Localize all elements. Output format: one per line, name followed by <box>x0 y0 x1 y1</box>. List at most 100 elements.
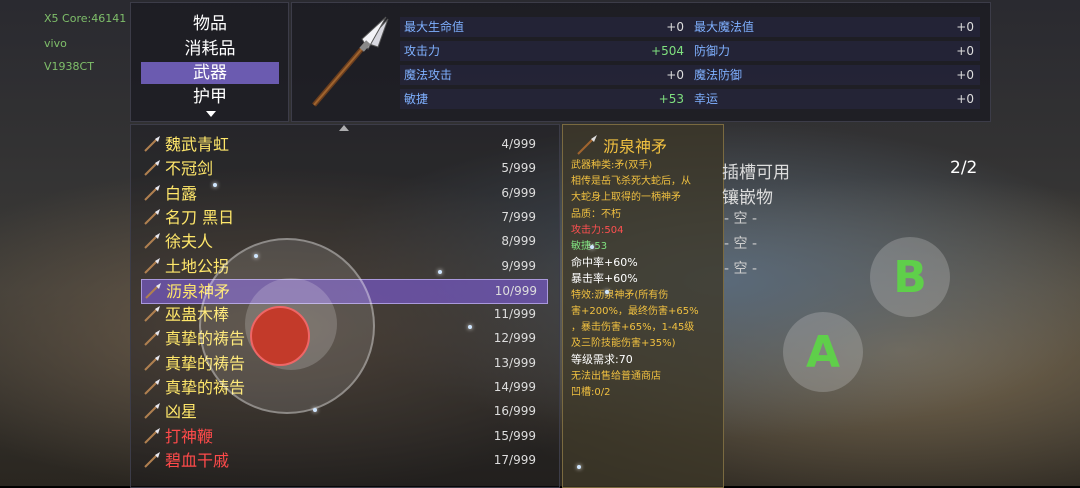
stat-value: +0 <box>956 44 974 58</box>
sparkle-particle <box>590 245 594 249</box>
detail-line: ，暴击伤害+65%，1-45级 <box>571 322 695 333</box>
spear-small-icon <box>577 135 597 155</box>
weapon-list-row[interactable]: 名刀 黑日 7/999 <box>141 206 546 229</box>
stat-row: 魔法攻击 +0 <box>400 65 690 85</box>
item-detail-panel: 沥泉神矛 武器种类:矛(双手) 相传是岳飞杀死大蛇后，从 大蛇身上取得的一柄神矛 品质… <box>562 124 724 488</box>
stat-label: 防御力 <box>694 44 731 58</box>
stat-value: +0 <box>956 20 974 34</box>
stat-value: +0 <box>666 68 684 82</box>
weapon-count: 11/999 <box>493 307 536 322</box>
stat-row: 最大魔法值 +0 <box>690 17 980 37</box>
weapon-count: 13/999 <box>493 355 536 370</box>
detail-line: 害+200%，最终伤害+65% <box>571 305 699 317</box>
weapon-count: 7/999 <box>501 209 536 224</box>
spear-icon <box>312 16 389 107</box>
stat-label: 幸运 <box>694 92 719 106</box>
weapon-count: 15/999 <box>493 428 536 443</box>
weapon-count: 10/999 <box>494 283 537 298</box>
weapon-icon <box>144 233 160 249</box>
detail-line: 相传是岳飞杀死大蛇后，从 <box>571 176 691 188</box>
sparkle-particle <box>254 254 258 258</box>
stat-row: 敏捷 +53 <box>400 89 690 109</box>
stat-value: +53 <box>658 92 684 106</box>
stat-label: 魔法防御 <box>694 68 743 82</box>
stat-row: 防御力 +0 <box>690 41 980 61</box>
stat-label: 敏捷 <box>404 92 429 106</box>
detail-line: 及三阶技能伤害+35%) <box>571 338 676 350</box>
slot-title-line2: 镶嵌物 <box>722 188 773 208</box>
weapon-list-row[interactable]: 徐夫人 8/999 <box>141 230 546 253</box>
detail-line: 凹槽:0/2 <box>571 386 611 398</box>
joystick-knob-icon[interactable] <box>250 306 310 366</box>
stat-label: 魔法攻击 <box>404 68 453 82</box>
slot-count: 2/2 <box>950 158 978 178</box>
detail-line: 大蛇身上取得的一柄神矛 <box>571 192 681 204</box>
system-brand-label: vivo <box>44 37 67 50</box>
detail-line: 品质：不朽 <box>571 208 621 220</box>
weapon-icon <box>144 451 160 468</box>
category-weapons[interactable]: 武器 <box>141 62 279 84</box>
empty-slot-3[interactable]: - 空 - <box>724 258 757 278</box>
detail-line: 无法出售给普通商店 <box>571 370 661 382</box>
weapon-name: 不冠剑 <box>165 159 214 179</box>
weapon-list-row[interactable]: 凶星 16/999 <box>141 400 546 423</box>
detail-line: 等级需求:70 <box>571 353 633 367</box>
detail-line: 武器种类:矛(双手) <box>571 160 653 171</box>
stats-panel: 最大生命值 +0 攻击力 +504 魔法攻击 +0 敏捷 +53 最大魔法值 +0 防御力 +0 魔法… <box>291 2 991 122</box>
stat-value: +504 <box>651 44 684 58</box>
stat-value: +0 <box>956 92 974 106</box>
weapon-icon <box>144 257 160 274</box>
sparkle-particle <box>313 408 317 412</box>
category-items[interactable]: 物品 <box>141 13 279 35</box>
b-button[interactable]: B <box>870 237 950 317</box>
weapon-name: 碧血干戚 <box>165 450 230 470</box>
weapon-count: 16/999 <box>493 404 536 419</box>
slot-title-line1: 插槽可用 <box>722 163 790 183</box>
category-armor[interactable]: 护甲 <box>141 86 279 108</box>
weapon-list-row[interactable]: 不冠剑 5/999 <box>141 157 546 180</box>
system-model-label: V1938CT <box>44 60 94 73</box>
weapon-name: 打神鞭 <box>165 426 214 446</box>
weapon-list-row[interactable]: 魏武青虹 4/999 <box>141 133 546 156</box>
weapon-icon <box>144 136 160 152</box>
weapon-name: 白露 <box>165 183 198 203</box>
weapon-count: 17/999 <box>493 452 536 467</box>
empty-slot-1[interactable]: - 空 - <box>724 208 757 228</box>
category-panel: 物品 消耗品 武器 护甲 <box>130 2 289 122</box>
weapon-name: 徐夫人 <box>165 232 214 252</box>
stat-label: 最大生命值 <box>404 20 465 34</box>
detail-line: 特效:沥泉神矛(所有伤 <box>571 289 669 301</box>
scroll-down-icon[interactable] <box>206 111 216 117</box>
weapon-name: 名刀 黑日 <box>165 207 235 227</box>
detail-line: 攻击力:504 <box>571 224 624 236</box>
weapon-name: 魏武青虹 <box>165 135 230 154</box>
stat-value: +0 <box>666 20 684 34</box>
sparkle-particle <box>213 183 217 187</box>
stat-row: 最大生命值 +0 <box>400 17 690 37</box>
weapon-list-row[interactable]: 打神鞭 15/999 <box>141 425 546 448</box>
empty-slot-2[interactable]: - 空 - <box>724 233 757 253</box>
weapon-icon <box>144 427 160 444</box>
weapon-list-row[interactable]: 碧血干戚 17/999 <box>141 449 546 472</box>
weapon-icon <box>145 282 161 299</box>
weapon-list-row[interactable]: 白露 6/999 <box>141 182 546 205</box>
detail-line: 命中率+60% <box>571 256 638 270</box>
weapon-count: 14/999 <box>493 380 536 394</box>
weapon-icon <box>144 208 160 225</box>
weapon-icon <box>144 160 160 177</box>
weapon-icon <box>144 379 160 395</box>
sparkle-particle <box>468 325 472 329</box>
category-consumables[interactable]: 消耗品 <box>141 38 279 60</box>
detail-title: 沥泉神矛 <box>603 137 668 156</box>
sparkle-particle <box>577 465 581 469</box>
a-button[interactable]: A <box>783 312 863 392</box>
weapon-icon <box>144 330 160 347</box>
stat-row: 魔法防御 +0 <box>690 65 980 85</box>
detail-line: 暴击率+60% <box>571 272 638 286</box>
stat-label: 最大魔法值 <box>694 20 755 34</box>
stat-row: 攻击力 +504 <box>400 41 690 61</box>
weapon-count: 6/999 <box>501 185 536 200</box>
weapon-count: 9/999 <box>501 258 536 273</box>
weapon-name: 凶星 <box>165 402 198 422</box>
stat-row: 幸运 +0 <box>690 89 980 109</box>
